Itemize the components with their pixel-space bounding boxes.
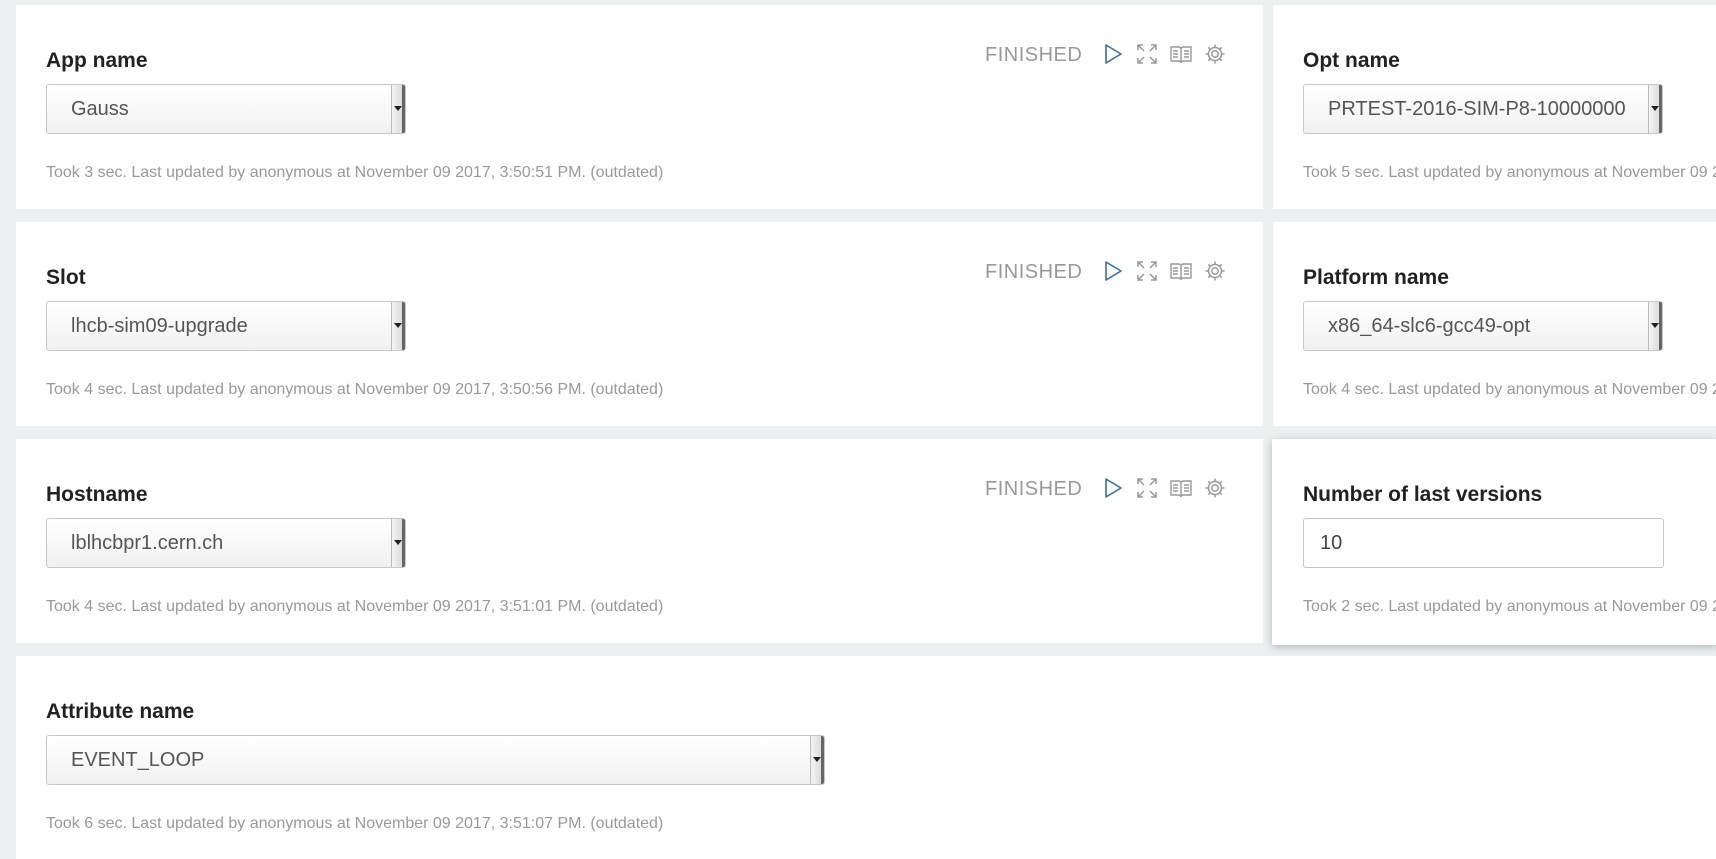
- field-label: Hostname: [46, 483, 148, 506]
- field-label: Opt name: [1303, 49, 1400, 72]
- field-label: Platform name: [1303, 266, 1449, 289]
- gear-icon[interactable]: [1204, 477, 1226, 499]
- gear-icon[interactable]: [1204, 43, 1226, 65]
- chevron-down-icon: [391, 519, 405, 567]
- paragraph-footer: Took 3 sec. Last updated by anonymous at…: [46, 164, 664, 181]
- paragraph-footer: Took 4 sec. Last updated by anonymous at…: [1303, 381, 1716, 398]
- paragraph-app-name: App name FINISHED Gauss Took 3 sec. Last…: [16, 5, 1263, 209]
- paragraph-platform-name: Platform name x86_64-slc6-gcc49-opt Took…: [1273, 222, 1716, 426]
- paragraph-attribute-name: Attribute name EVENT_LOOP Took 6 sec. La…: [16, 656, 1716, 859]
- gear-icon[interactable]: [1204, 260, 1226, 282]
- attribute-name-select[interactable]: EVENT_LOOP: [46, 735, 825, 785]
- chevron-down-icon: [391, 302, 405, 350]
- paragraph-slot: Slot FINISHED lhcb-sim09-upgrade Took 4 …: [16, 222, 1263, 426]
- status-label: FINISHED: [985, 478, 1083, 500]
- opt-name-select[interactable]: PRTEST-2016-SIM-P8-10000000: [1303, 84, 1663, 134]
- fullscreen-icon[interactable]: [1136, 477, 1158, 499]
- paragraph-footer: Took 6 sec. Last updated by anonymous at…: [46, 815, 664, 832]
- app-name-select[interactable]: Gauss: [46, 84, 406, 134]
- book-icon[interactable]: [1170, 43, 1192, 65]
- chevron-down-icon: [810, 736, 824, 784]
- hostname-select[interactable]: lblhcbpr1.cern.ch: [46, 518, 406, 568]
- field-label: Slot: [46, 266, 86, 289]
- select-value: lhcb-sim09-upgrade: [71, 315, 248, 337]
- fullscreen-icon[interactable]: [1136, 260, 1158, 282]
- select-value: PRTEST-2016-SIM-P8-10000000: [1328, 98, 1626, 120]
- paragraph-footer: Took 4 sec. Last updated by anonymous at…: [46, 381, 664, 398]
- select-value: EVENT_LOOP: [71, 749, 205, 771]
- field-label: App name: [46, 49, 148, 72]
- run-icon[interactable]: [1102, 43, 1124, 65]
- slot-select[interactable]: lhcb-sim09-upgrade: [46, 301, 406, 351]
- field-label: Attribute name: [46, 700, 195, 723]
- paragraph-hostname: Hostname FINISHED lblhcbpr1.cern.ch Took…: [16, 439, 1263, 643]
- select-value: Gauss: [71, 98, 129, 120]
- fullscreen-icon[interactable]: [1136, 43, 1158, 65]
- number-of-versions-input[interactable]: [1303, 518, 1664, 568]
- platform-name-select[interactable]: x86_64-slc6-gcc49-opt: [1303, 301, 1663, 351]
- chevron-down-icon: [1648, 302, 1662, 350]
- book-icon[interactable]: [1170, 477, 1192, 499]
- run-icon[interactable]: [1102, 260, 1124, 282]
- status-label: FINISHED: [985, 44, 1083, 66]
- chevron-down-icon: [391, 85, 405, 133]
- paragraph-footer: Took 2 sec. Last updated by anonymous at…: [1303, 598, 1716, 615]
- paragraph-footer: Took 4 sec. Last updated by anonymous at…: [46, 598, 664, 615]
- book-icon[interactable]: [1170, 260, 1192, 282]
- paragraph-number-of-last-versions: Number of last versions Took 2 sec. Last…: [1272, 439, 1716, 645]
- status-label: FINISHED: [985, 261, 1083, 283]
- paragraph-opt-name: Opt name PRTEST-2016-SIM-P8-10000000 Too…: [1273, 5, 1716, 209]
- select-value: x86_64-slc6-gcc49-opt: [1328, 315, 1531, 337]
- run-icon[interactable]: [1102, 477, 1124, 499]
- select-value: lblhcbpr1.cern.ch: [71, 532, 224, 554]
- paragraph-footer: Took 5 sec. Last updated by anonymous at…: [1303, 164, 1716, 181]
- chevron-down-icon: [1648, 85, 1662, 133]
- field-label: Number of last versions: [1303, 483, 1543, 506]
